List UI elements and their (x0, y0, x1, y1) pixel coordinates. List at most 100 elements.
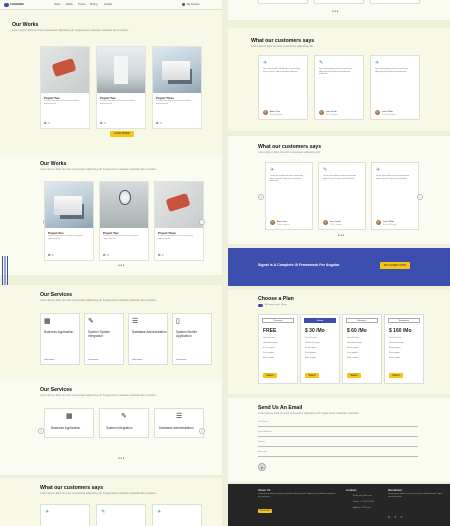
more-info-button[interactable]: MORE INFO (258, 509, 272, 513)
plan-card-enterprise[interactable]: Enterprise $ 160 /Mo Up to 10 users Unli… (384, 314, 424, 384)
service-name: System Mobile Application (176, 330, 197, 338)
nav-item-home[interactable]: Home (54, 3, 60, 6)
plan-price: $ 60 /Mo (347, 328, 367, 334)
share-icon[interactable]: ⇄ ≺ (156, 121, 162, 125)
service-card-3[interactable]: ☰ Database Administration View more (128, 313, 168, 365)
share-icon[interactable]: ≺ (400, 515, 403, 519)
work-card-2[interactable]: Project Two Lorem ipsum dolor sit amet c… (99, 181, 149, 261)
email-field[interactable] (258, 436, 418, 437)
grid-icon: ▦ (44, 318, 51, 325)
work-card-3[interactable]: Project Three Lorem ipsum dolor sit amet… (152, 46, 202, 129)
share-icon[interactable]: ⇄ ≺ (100, 121, 106, 125)
section-subtitle: Lorem ipsum dolor sit amet consectetur a… (40, 492, 157, 495)
plan-feature: Up to 10 users (389, 337, 402, 339)
section-subtitle: Lorem ipsum dolor sit amet consectetur a… (12, 29, 129, 32)
full-name-field[interactable] (258, 426, 418, 427)
testimonial-text: I am truly thankful. Vestibulum ac nisl … (263, 68, 301, 73)
select-plan-button[interactable]: Select (347, 373, 361, 378)
share-icon[interactable]: ⇄ ≺ (158, 253, 164, 257)
share-icon[interactable]: ⇄ ≺ (103, 253, 109, 257)
work-thumbnail (153, 47, 201, 93)
work-thumbnail (41, 47, 89, 93)
plan-feature: Unlimited storage (263, 342, 278, 344)
service-card-3[interactable]: ☰ Database Administration (154, 408, 204, 438)
testimonials-section-1: What our customers says Lorem ipsum dolo… (228, 28, 450, 131)
service-card-1[interactable]: ▦ Business Application (44, 408, 94, 438)
send-button[interactable]: ➤ (258, 463, 266, 471)
section-subtitle: Lorem ipsum dolor sit amet consectetur a… (40, 299, 157, 302)
work-card-3[interactable]: Project Three Lorem ipsum dolor sit amet… (154, 181, 204, 261)
footer-contact-line: Phone: +1 234 567 890 (353, 501, 374, 503)
plan-card-personal[interactable]: Personal FREE Up to 10 users Unlimited s… (258, 314, 298, 384)
nav-item-theme[interactable]: Theme (78, 3, 85, 6)
footer-disclaimer-title: Disclaimer (388, 488, 403, 492)
billing-toggle[interactable] (258, 304, 263, 307)
section-title: What our customers says (40, 485, 104, 491)
service-card-1[interactable]: ▦ Business Application View more (40, 313, 80, 365)
customer-role: Product Manager (383, 223, 397, 226)
carousel-next-button[interactable]: › (199, 219, 205, 225)
twitter-icon[interactable]: ✦ (394, 515, 397, 519)
service-card-4[interactable]: ▯ System Mobile Application View more (172, 313, 212, 365)
footer-contact-title: Contact (346, 488, 357, 492)
view-more-link[interactable]: View more (88, 359, 98, 361)
select-plan-button[interactable]: Select (389, 373, 403, 378)
nav-item-works[interactable]: Works (66, 3, 73, 6)
plan-name: Starter (304, 318, 336, 323)
works-section-2: Our Works Lorem ipsum dolor sit amet con… (0, 155, 222, 275)
nav-item-contact[interactable]: Contact (104, 3, 112, 6)
service-card-2[interactable]: ✎ System Integration (99, 408, 149, 438)
service-card-2[interactable]: ✎ System System Integration View more (84, 313, 124, 365)
card-text: Lorem ipsum dolor sit amet consectetur a… (44, 100, 80, 105)
logo-text[interactable]: LOGO/ABC (10, 3, 24, 6)
services-section-2: Our Services Lorem ipsum dolor sit amet … (0, 380, 222, 475)
account-icon[interactable] (182, 3, 185, 6)
footer-contact-line: Address: 123 Street (353, 507, 371, 509)
nav-item-pricing[interactable]: Pricing (90, 3, 97, 6)
full-name-label: Full Name (258, 421, 268, 423)
view-more-link[interactable]: View more (176, 359, 186, 361)
carousel-next-button[interactable]: › (199, 428, 205, 434)
logo-icon[interactable] (4, 2, 9, 7)
testimonial-card-3: ✈ Lorem ipsum dolor sit amet consectetur… (371, 162, 419, 230)
carousel-dots[interactable]: ●●● (118, 456, 125, 460)
footer-about-title: About Us (258, 488, 271, 492)
view-more-link[interactable]: View more (132, 359, 142, 361)
carousel-dots[interactable]: ●●● (338, 233, 345, 237)
service-name: System Integration (106, 426, 133, 430)
testimonial-card (258, 0, 308, 4)
account-link[interactable]: My Account (187, 3, 199, 6)
pen-icon: ✎ (121, 413, 127, 420)
testimonial-card-2: ✎ Lorem ipsum dolor sit amet consectetur… (314, 55, 364, 120)
linkedin-icon[interactable]: in (388, 515, 390, 519)
plan-name: Business (346, 318, 378, 323)
load-more-button[interactable]: LOAD MORE (110, 131, 134, 137)
subject-field[interactable] (258, 446, 418, 447)
plan-feature: Up to 10 users (305, 337, 318, 339)
message-field[interactable] (258, 456, 418, 457)
quote-icon: ✈ (157, 509, 162, 515)
pen-icon: ✎ (88, 318, 94, 325)
buy-now-button[interactable]: BUY EVERY NOW (380, 262, 410, 269)
email-label: Email Address (258, 431, 272, 433)
share-icon[interactable]: ⇄ ≺ (44, 121, 50, 125)
select-plan-button[interactable]: Select (263, 373, 277, 378)
carousel-next-button[interactable]: › (417, 194, 423, 200)
testimonial-card: ✈ (152, 504, 202, 526)
carousel-dots[interactable]: ●●● (332, 9, 339, 13)
plan-price: FREE (263, 328, 277, 334)
work-card-2[interactable]: Project Two Lorem ipsum dolor sit amet c… (96, 46, 146, 129)
view-more-link[interactable]: View more (44, 359, 54, 361)
card-text: Lorem ipsum dolor sit amet consectetur a… (48, 235, 84, 240)
carousel-prev-button[interactable]: ‹ (258, 194, 264, 200)
carousel-dots[interactable]: ●●● (118, 263, 125, 267)
service-name: System System Integration (88, 330, 111, 338)
plan-card-starter[interactable]: Starter $ 30 /Mo Up to 10 users Unlimite… (300, 314, 340, 384)
share-icon[interactable]: ⇄ ≺ (48, 253, 54, 257)
work-card-1[interactable]: Project One Lorem ipsum dolor sit amet c… (44, 181, 94, 261)
select-plan-button[interactable]: Select (305, 373, 319, 378)
customer-role: CEO Company (326, 113, 339, 116)
work-card-1[interactable]: Project Two Lorem ipsum dolor sit amet c… (40, 46, 90, 129)
plan-card-business[interactable]: Business $ 60 /Mo Up to 10 users Unlimit… (342, 314, 382, 384)
plan-feature: Basic reports (389, 357, 401, 359)
